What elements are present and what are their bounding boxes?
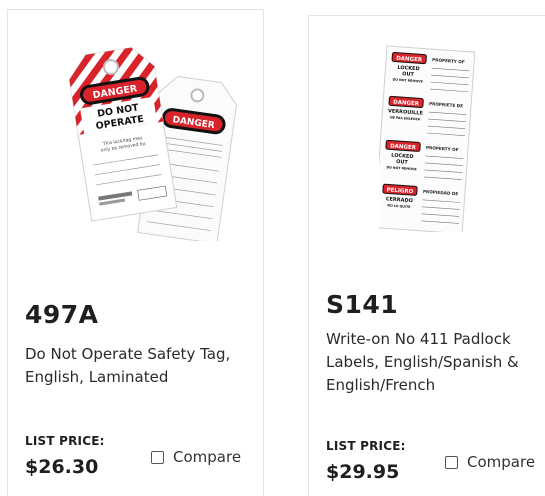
product-card-s141[interactable]: DANGER LOCKED OUT DO NOT REMOVE PROPERTY OF D… [308,15,545,496]
product-description[interactable]: Write-on No 411 Padlock Labels, English/… [326,328,545,397]
list-price-label: LIST PRICE: [25,434,105,448]
product-sku[interactable]: 497A [25,300,99,329]
compare-label: Compare [173,448,242,466]
list-price-value: $29.95 [326,461,400,483]
list-price-value: $26.30 [25,456,99,478]
compare-checkbox[interactable] [445,455,458,469]
product-card-497a[interactable]: DANGER DANGER DO NOT OPERATE This lock/t… [7,9,264,496]
label-line: OUT [396,159,409,166]
product-description[interactable]: Do Not Operate Safety Tag, English, Lami… [25,343,255,389]
label-line: OUT [402,71,415,78]
compare-toggle[interactable]: Compare [445,453,535,471]
compare-checkbox[interactable] [151,450,164,464]
compare-toggle[interactable]: Compare [151,448,241,466]
list-price-label: LIST PRICE: [326,439,406,453]
product-image-s141[interactable]: DANGERLOCKEDOUTDO NOT REMOVEPROPERTY OFD… [379,42,483,232]
compare-label: Compare [467,453,536,471]
product-image-497a[interactable]: DANGER DANGER DO NOT OPERATE This lock/t… [48,36,243,241]
product-sku[interactable]: S141 [326,290,398,319]
